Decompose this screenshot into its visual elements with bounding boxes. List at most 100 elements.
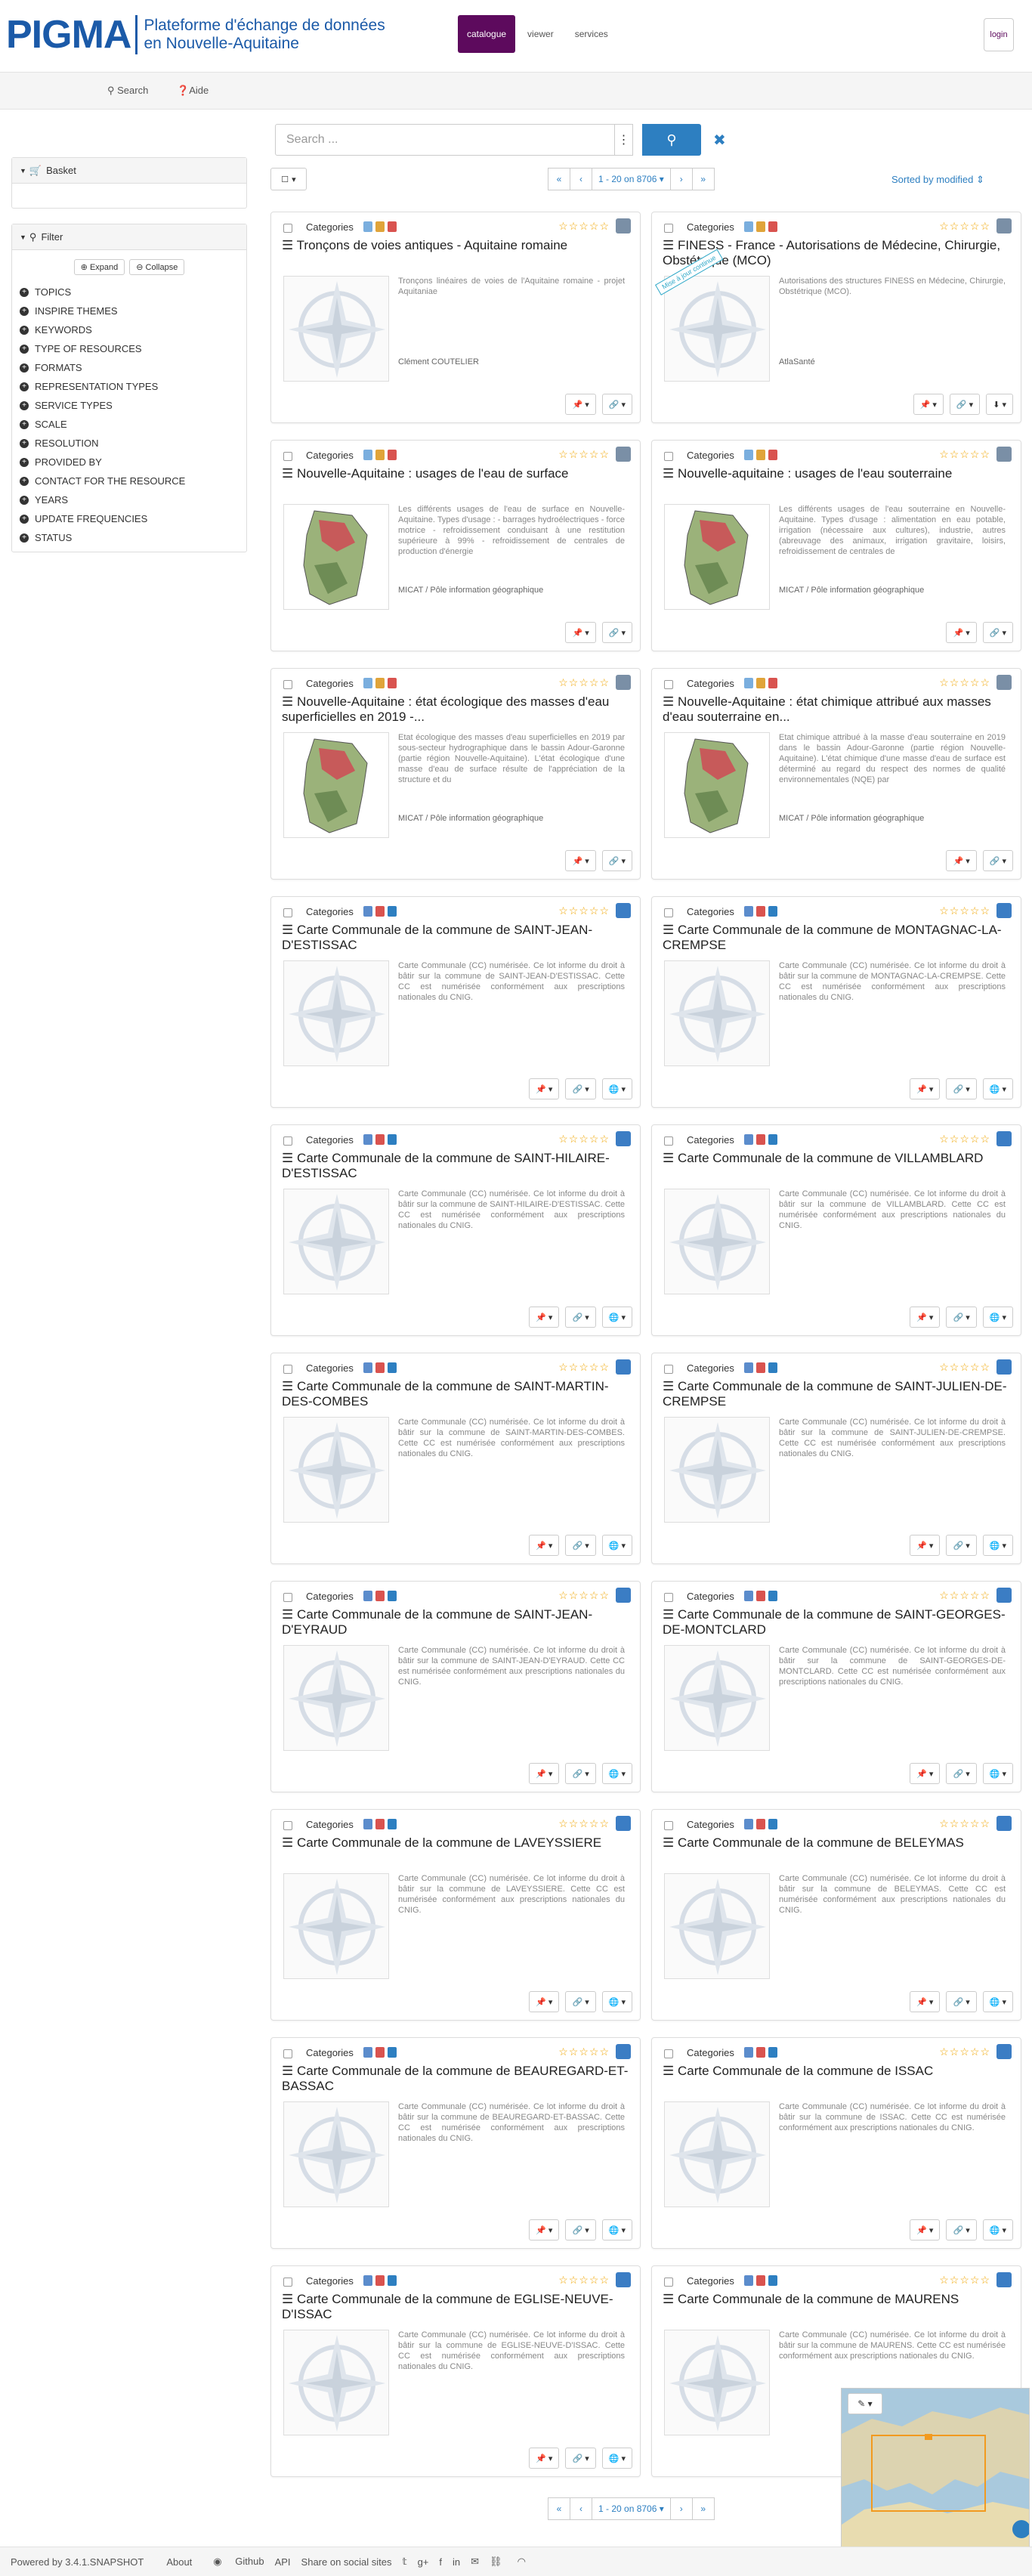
- pin-action-button[interactable]: 📌 ▾: [529, 2448, 560, 2469]
- record-title[interactable]: ☰ Carte Communale de la commune de MONTA…: [663, 923, 1012, 953]
- record-checkbox[interactable]: [664, 1593, 673, 1602]
- record-thumbnail[interactable]: [283, 960, 389, 1066]
- rating-stars[interactable]: ☆☆☆☆☆: [939, 1817, 990, 1830]
- record-checkbox[interactable]: [664, 2278, 673, 2287]
- pin-action-button[interactable]: 📌 ▾: [529, 1763, 560, 1784]
- last-page-button[interactable]: »: [691, 168, 715, 190]
- record-checkbox[interactable]: [283, 1821, 292, 1830]
- pin-action-button[interactable]: 📌 ▾: [946, 622, 977, 643]
- prev-page-button[interactable]: ‹: [570, 168, 592, 190]
- record-checkbox[interactable]: [664, 1136, 673, 1146]
- page-range-dropdown[interactable]: 1 - 20 on 8706 ▾: [592, 168, 671, 190]
- sort-dropdown[interactable]: Sorted by modified ⇕: [891, 174, 984, 186]
- link-action-button[interactable]: 🔗 ▾: [946, 1307, 977, 1328]
- globe-action-button[interactable]: 🌐 ▾: [601, 2219, 632, 2240]
- rating-stars[interactable]: ☆☆☆☆☆: [558, 2046, 610, 2058]
- record-checkbox[interactable]: [664, 224, 673, 233]
- record-title[interactable]: ☰ Carte Communale de la commune de VILLA…: [663, 1151, 1012, 1166]
- globe-action-button[interactable]: 🌐 ▾: [601, 2448, 632, 2469]
- facet-item[interactable]: + CONTACT FOR THE RESOURCE: [20, 472, 239, 490]
- clear-search-icon[interactable]: ✖: [713, 124, 726, 156]
- rating-stars[interactable]: ☆☆☆☆☆: [939, 1361, 990, 1374]
- record-title[interactable]: ☰ Carte Communale de la commune de SAINT…: [663, 1607, 1012, 1637]
- rating-stars[interactable]: ☆☆☆☆☆: [558, 448, 610, 461]
- facet-item[interactable]: + YEARS: [20, 490, 239, 509]
- record-checkbox[interactable]: [283, 1365, 292, 1374]
- pin-action-button[interactable]: 📌 ▾: [565, 850, 596, 871]
- link-action-button[interactable]: 🔗 ▾: [601, 394, 632, 415]
- record-title[interactable]: ☰ Carte Communale de la commune de SAINT…: [282, 1607, 631, 1637]
- pigma-logo[interactable]: PIGMA Plateforme d'échange de données en…: [6, 12, 385, 57]
- edit-tool-button[interactable]: ✎ ▾: [848, 2393, 882, 2414]
- link-action-button[interactable]: 🔗 ▾: [565, 1991, 596, 2012]
- record-thumbnail[interactable]: [283, 2101, 389, 2207]
- record-thumbnail[interactable]: [664, 732, 770, 838]
- link-action-button[interactable]: 🔗 ▾: [565, 1307, 596, 1328]
- globe-action-button[interactable]: 🌐 ▾: [601, 1307, 632, 1328]
- record-title[interactable]: ☰ Carte Communale de la commune de SAINT…: [663, 1379, 1012, 1409]
- rating-stars[interactable]: ☆☆☆☆☆: [558, 676, 610, 689]
- globe-action-button[interactable]: 🌐 ▾: [982, 1307, 1013, 1328]
- rating-stars[interactable]: ☆☆☆☆☆: [558, 1361, 610, 1374]
- record-title[interactable]: ☰ Carte Communale de la commune de MAURE…: [663, 2292, 1012, 2307]
- link-action-button[interactable]: 🔗 ▾: [601, 622, 632, 643]
- record-checkbox[interactable]: [283, 680, 292, 689]
- record-thumbnail[interactable]: [283, 732, 389, 838]
- record-thumbnail[interactable]: [283, 1645, 389, 1751]
- select-all-dropdown[interactable]: ☐ ▾: [270, 168, 307, 190]
- record-checkbox[interactable]: [664, 908, 673, 917]
- pin-action-button[interactable]: 📌 ▾: [910, 1307, 941, 1328]
- record-thumbnail[interactable]: [664, 1189, 770, 1294]
- record-thumbnail[interactable]: [664, 2101, 770, 2207]
- facet-item[interactable]: + TOPICS: [20, 283, 239, 302]
- globe-action-button[interactable]: 🌐 ▾: [601, 1535, 632, 1556]
- next-page-button[interactable]: ›: [669, 2497, 693, 2520]
- record-title[interactable]: ☰ Nouvelle-Aquitaine : état chimique att…: [663, 694, 1012, 725]
- record-title[interactable]: ☰ Carte Communale de la commune de EGLIS…: [282, 2292, 631, 2322]
- record-thumbnail[interactable]: [664, 960, 770, 1066]
- record-checkbox[interactable]: [664, 680, 673, 689]
- link-icon[interactable]: ⛓: [490, 2556, 502, 2568]
- pin-action-button[interactable]: 📌 ▾: [529, 1078, 560, 1099]
- link-action-button[interactable]: 🔗 ▾: [601, 850, 632, 871]
- basket-header[interactable]: ▼ 🛒 Basket: [12, 158, 246, 184]
- search-input[interactable]: Search ...: [275, 124, 615, 156]
- help-link[interactable]: ❓Aide: [177, 85, 209, 97]
- rating-stars[interactable]: ☆☆☆☆☆: [558, 220, 610, 233]
- link-action-button[interactable]: 🔗 ▾: [565, 1078, 596, 1099]
- record-thumbnail[interactable]: [664, 1417, 770, 1523]
- record-thumbnail[interactable]: [283, 1873, 389, 1979]
- record-title[interactable]: ☰ Tronçons de voies antiques - Aquitaine…: [282, 238, 631, 253]
- link-action-button[interactable]: 🔗 ▾: [982, 622, 1013, 643]
- about-link[interactable]: About: [166, 2556, 192, 2568]
- rss-icon[interactable]: ◠: [518, 2556, 526, 2568]
- prev-page-button[interactable]: ‹: [570, 2497, 592, 2520]
- record-checkbox[interactable]: [664, 452, 673, 461]
- facet-item[interactable]: + FORMATS: [20, 358, 239, 377]
- rating-stars[interactable]: ☆☆☆☆☆: [558, 1817, 610, 1830]
- globe-action-button[interactable]: 🌐 ▾: [601, 1763, 632, 1784]
- rating-stars[interactable]: ☆☆☆☆☆: [939, 448, 990, 461]
- facet-item[interactable]: + UPDATE FREQUENCIES: [20, 509, 239, 528]
- collapse-button[interactable]: ⊖ Collapse: [129, 259, 185, 275]
- pin-action-button[interactable]: 📌 ▾: [910, 1535, 941, 1556]
- record-thumbnail[interactable]: [283, 276, 389, 382]
- facet-item[interactable]: + TYPE OF RESOURCES: [20, 339, 239, 358]
- login-button[interactable]: login: [984, 18, 1014, 51]
- pin-action-button[interactable]: 📌 ▾: [946, 850, 977, 871]
- rating-stars[interactable]: ☆☆☆☆☆: [558, 2274, 610, 2287]
- pin-action-button[interactable]: 📌 ▾: [910, 1763, 941, 1784]
- facet-item[interactable]: + SERVICE TYPES: [20, 396, 239, 415]
- page-range-dropdown[interactable]: 1 - 20 on 8706 ▾: [592, 2497, 671, 2520]
- pin-action-button[interactable]: 📌 ▾: [529, 1307, 560, 1328]
- rating-stars[interactable]: ☆☆☆☆☆: [558, 1133, 610, 1146]
- facet-item[interactable]: + PROVIDED BY: [20, 453, 239, 472]
- rating-stars[interactable]: ☆☆☆☆☆: [939, 2274, 990, 2287]
- link-action-button[interactable]: 🔗 ▾: [946, 1991, 977, 2012]
- globe-action-button[interactable]: 🌐 ▾: [601, 1991, 632, 2012]
- facet-item[interactable]: + REPRESENTATION TYPES: [20, 377, 239, 396]
- record-thumbnail[interactable]: [283, 504, 389, 610]
- link-action-button[interactable]: 🔗 ▾: [949, 394, 981, 415]
- record-thumbnail[interactable]: [664, 1645, 770, 1751]
- pin-action-button[interactable]: 📌 ▾: [529, 1991, 560, 2012]
